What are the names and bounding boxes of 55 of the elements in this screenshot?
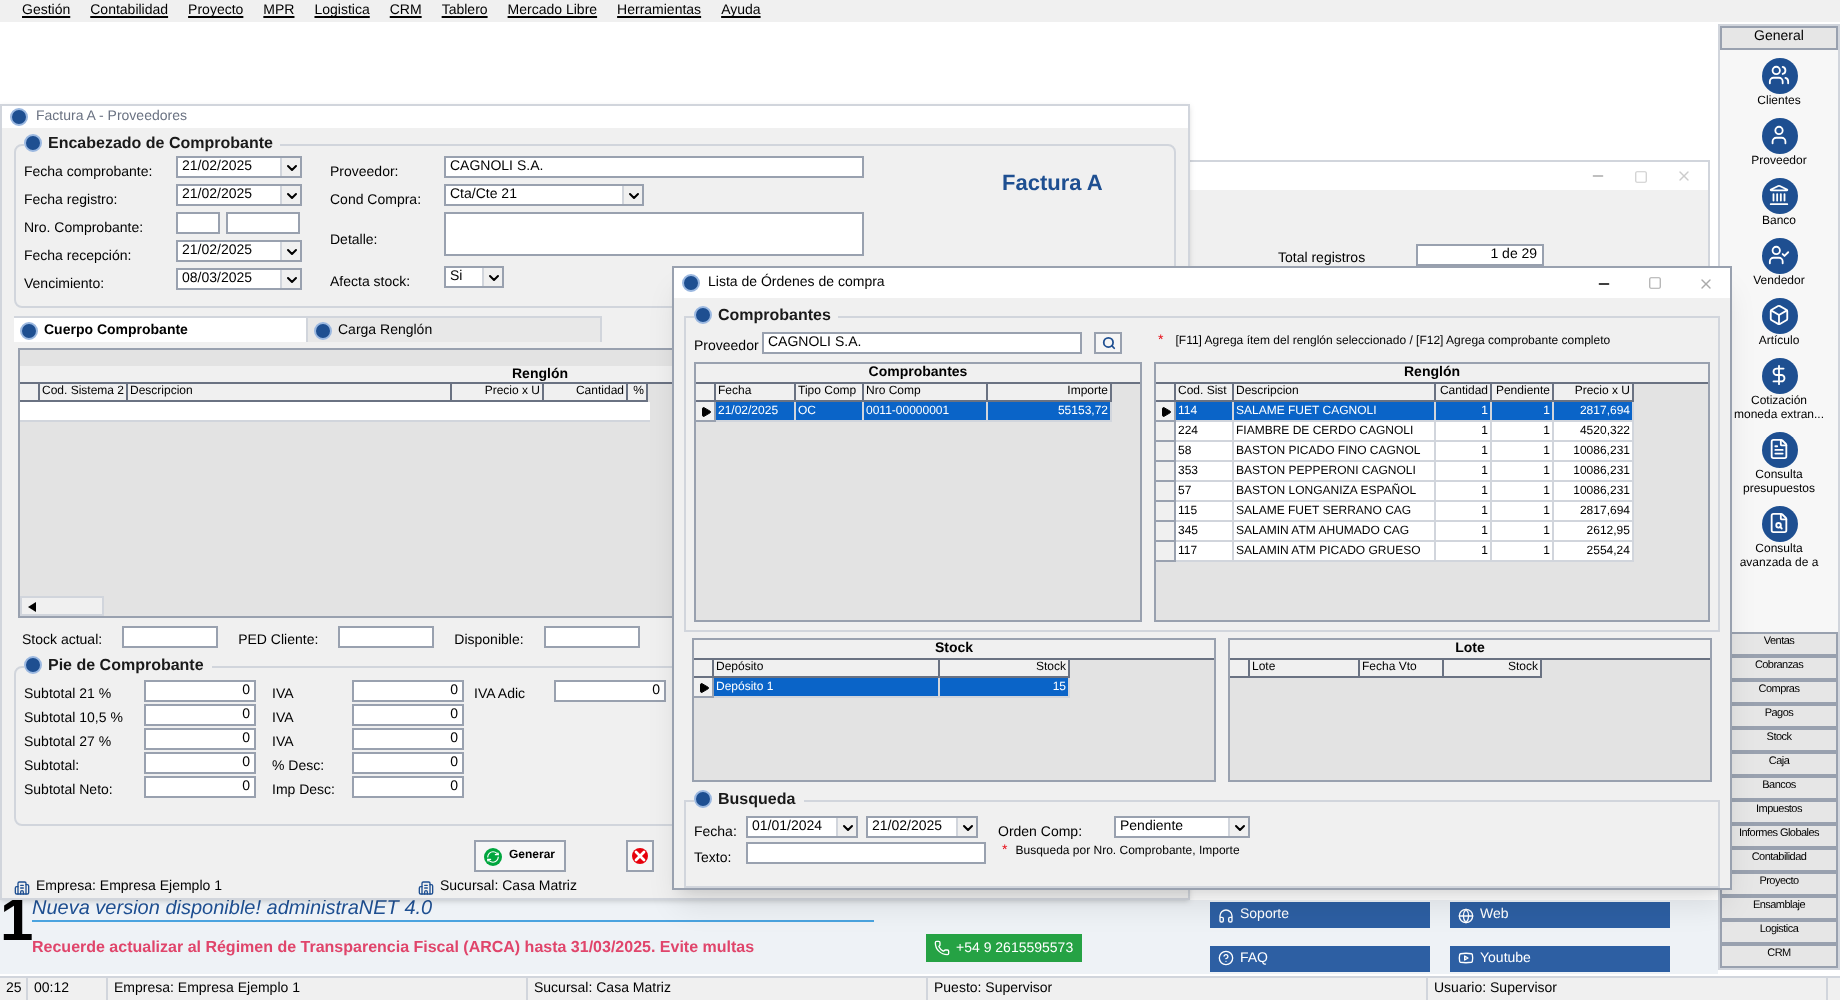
memo-field[interactable] [444,212,864,256]
document-icon[interactable] [1761,431,1797,468]
input-field[interactable] [338,625,435,647]
box-icon[interactable] [1761,297,1797,334]
headset-icon [1218,907,1234,923]
caret-icon [280,242,300,260]
caret-icon [280,186,300,204]
grid-corner [696,384,716,402]
globe-icon [1458,907,1474,923]
row-pointer-icon [697,681,709,693]
grid-corner [1156,384,1176,402]
input-field[interactable] [176,212,220,234]
tax-reminder-text: Recuerde actualizar al Régimen de Transparencia Fiscal (ARCA) hasta 31/03/2025. Evite multas [32,936,757,960]
cancel-button[interactable] [626,840,654,872]
input-field[interactable] [746,842,986,864]
group-icon [694,790,712,808]
input-field[interactable] [122,625,219,647]
row-pointer-icon [1159,405,1171,417]
person-check-icon[interactable] [1761,237,1797,274]
help-icon [1218,950,1234,966]
row-pointer-icon [699,405,711,417]
horizontal-scrollbar[interactable] [20,596,104,616]
caret-icon [836,818,856,836]
person-icon[interactable] [1761,117,1797,154]
video-icon [1458,950,1474,966]
document-type-title: Factura A [1002,170,1103,200]
caret-icon [1228,818,1248,836]
group-icon [314,321,332,339]
building-icon [14,879,30,895]
search-icon [1101,335,1115,349]
building-icon [418,879,434,895]
group-title: Comprobantes [718,307,831,323]
group-title: Pie de Comprobante [48,657,204,673]
search-button[interactable] [1094,331,1122,353]
caret-icon [280,158,300,176]
caret-icon [622,186,642,204]
scroll-left-icon[interactable] [28,601,36,611]
group-icon [24,656,42,674]
close-icon [632,848,648,864]
bank-icon[interactable] [1761,177,1797,214]
group-title: Busqueda [718,791,796,807]
phone-icon [934,940,950,956]
grid-corner [694,660,714,678]
group-title: Encabezado de Comprobante [48,135,273,151]
dollar-icon[interactable] [1761,357,1797,394]
input-field[interactable] [226,212,300,234]
refresh-icon [484,847,503,865]
input-field[interactable] [543,625,640,647]
group-icon [20,321,38,339]
grid-corner [1230,660,1250,678]
document-search-icon[interactable] [1761,505,1797,542]
people-icon[interactable] [1761,57,1797,94]
caret-icon [280,270,300,288]
caret-icon [956,818,976,836]
caret-icon [482,268,502,286]
